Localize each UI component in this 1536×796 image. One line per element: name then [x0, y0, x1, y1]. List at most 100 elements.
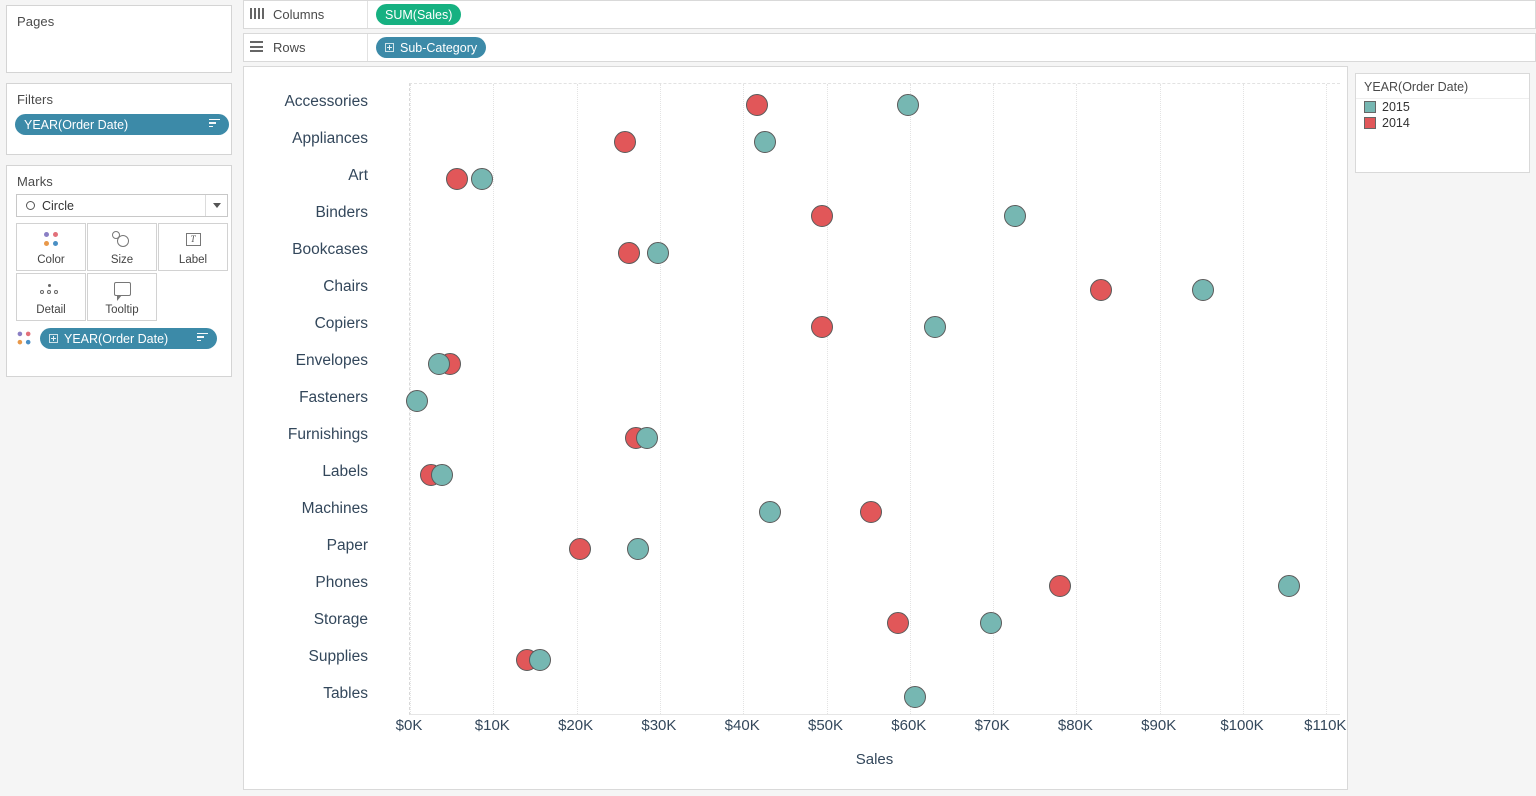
data-point[interactable]	[1192, 279, 1214, 301]
row-label[interactable]: Accessories	[252, 83, 370, 120]
rows-label-text: Rows	[273, 40, 306, 55]
mark-type-dropdown[interactable]: Circle	[16, 194, 228, 217]
data-point[interactable]	[1004, 205, 1026, 227]
data-point[interactable]	[746, 94, 768, 116]
gridline	[743, 84, 744, 714]
data-point[interactable]	[904, 686, 926, 708]
marks-pill-year-order-date[interactable]: YEAR(Order Date)	[40, 328, 217, 349]
gridline	[827, 84, 828, 714]
row-label[interactable]: Art	[252, 157, 370, 194]
data-point[interactable]	[471, 168, 493, 190]
marks-buttons: Color Size T Label Detail	[16, 223, 229, 323]
text-label-icon: T	[186, 224, 201, 254]
filter-menu-icon[interactable]	[199, 119, 220, 131]
data-point[interactable]	[759, 501, 781, 523]
columns-shelf[interactable]: Columns SUM(Sales)	[243, 0, 1536, 29]
marks-color-encoding-row: YEAR(Order Date)	[17, 328, 217, 349]
filters-card: Filters YEAR(Order Date)	[6, 83, 232, 155]
detail-button[interactable]: Detail	[16, 273, 86, 321]
gridline	[1326, 84, 1327, 714]
pill-sub-category[interactable]: Sub-Category	[376, 37, 486, 58]
expand-plus-icon[interactable]	[385, 43, 394, 52]
data-point[interactable]	[406, 390, 428, 412]
tooltip-button[interactable]: Tooltip	[87, 273, 157, 321]
data-point[interactable]	[811, 316, 833, 338]
row-label[interactable]: Storage	[252, 601, 370, 638]
data-point[interactable]	[618, 242, 640, 264]
x-axis-tick-label: $60K	[891, 717, 926, 734]
size-circles-icon	[112, 224, 132, 254]
shelf-container: Columns SUM(Sales) Rows Sub-Category	[243, 0, 1536, 66]
data-point[interactable]	[614, 131, 636, 153]
data-point[interactable]	[860, 501, 882, 523]
data-point[interactable]	[924, 316, 946, 338]
color-legend[interactable]: YEAR(Order Date) 20152014	[1355, 73, 1530, 173]
pill-sum-sales[interactable]: SUM(Sales)	[376, 4, 461, 25]
columns-shelf-label: Columns	[244, 1, 368, 28]
data-point[interactable]	[980, 612, 1002, 634]
tooltip-bubble-icon	[114, 274, 131, 304]
x-axis-tick-label: $90K	[1141, 717, 1176, 734]
row-label[interactable]: Phones	[252, 564, 370, 601]
legend-label: 2015	[1382, 100, 1410, 114]
data-point[interactable]	[569, 538, 591, 560]
data-point[interactable]	[1278, 575, 1300, 597]
row-label[interactable]: Furnishings	[252, 416, 370, 453]
row-label[interactable]: Labels	[252, 453, 370, 490]
row-label[interactable]: Fasteners	[252, 379, 370, 416]
row-label[interactable]: Chairs	[252, 268, 370, 305]
data-point[interactable]	[1049, 575, 1071, 597]
visualization-canvas[interactable]: AccessoriesAppliancesArtBindersBookcases…	[243, 66, 1348, 790]
pages-title: Pages	[7, 6, 231, 33]
color-palette-icon	[44, 224, 59, 254]
label-button[interactable]: T Label	[158, 223, 228, 271]
marks-pill-menu-icon[interactable]	[187, 333, 208, 345]
data-point[interactable]	[627, 538, 649, 560]
row-label[interactable]: Supplies	[252, 638, 370, 675]
row-label[interactable]: Paper	[252, 527, 370, 564]
data-point[interactable]	[529, 649, 551, 671]
legend-items: 20152014	[1356, 99, 1529, 131]
x-axis-tick-label: $100K	[1220, 717, 1263, 734]
data-point[interactable]	[431, 464, 453, 486]
chevron-down-icon[interactable]	[205, 195, 227, 216]
gridline	[493, 84, 494, 714]
row-label[interactable]: Binders	[252, 194, 370, 231]
marks-card: Marks Circle Color Size	[6, 165, 232, 377]
expand-plus-icon[interactable]	[49, 334, 58, 343]
filter-pill-year-order-date[interactable]: YEAR(Order Date)	[15, 114, 229, 135]
size-button[interactable]: Size	[87, 223, 157, 271]
data-point[interactable]	[811, 205, 833, 227]
data-point[interactable]	[446, 168, 468, 190]
row-label[interactable]: Appliances	[252, 120, 370, 157]
row-label[interactable]: Copiers	[252, 305, 370, 342]
row-label[interactable]: Bookcases	[252, 231, 370, 268]
data-point[interactable]	[636, 427, 658, 449]
rows-shelf[interactable]: Rows Sub-Category	[243, 33, 1536, 62]
legend-item[interactable]: 2014	[1356, 115, 1529, 131]
columns-shelf-content: SUM(Sales)	[368, 4, 461, 25]
row-label[interactable]: Machines	[252, 490, 370, 527]
data-point[interactable]	[887, 612, 909, 634]
color-button[interactable]: Color	[16, 223, 86, 271]
data-point[interactable]	[428, 353, 450, 375]
x-axis-tick-label: $70K	[975, 717, 1010, 734]
rows-shelf-label: Rows	[244, 34, 368, 61]
scatter-plot-area[interactable]	[409, 83, 1340, 715]
row-label[interactable]: Tables	[252, 675, 370, 712]
data-point[interactable]	[754, 131, 776, 153]
detail-button-label: Detail	[36, 304, 65, 316]
data-point[interactable]	[897, 94, 919, 116]
gridline	[910, 84, 911, 714]
legend-item[interactable]: 2015	[1356, 99, 1529, 115]
marks-title: Marks	[7, 166, 231, 193]
row-label[interactable]: Envelopes	[252, 342, 370, 379]
legend-title: YEAR(Order Date)	[1356, 74, 1529, 99]
data-point[interactable]	[647, 242, 669, 264]
label-button-label: Label	[179, 254, 207, 266]
data-point[interactable]	[1090, 279, 1112, 301]
gridline	[1076, 84, 1077, 714]
color-palette-icon	[18, 332, 32, 346]
columns-label-text: Columns	[273, 7, 324, 22]
gridline	[577, 84, 578, 714]
